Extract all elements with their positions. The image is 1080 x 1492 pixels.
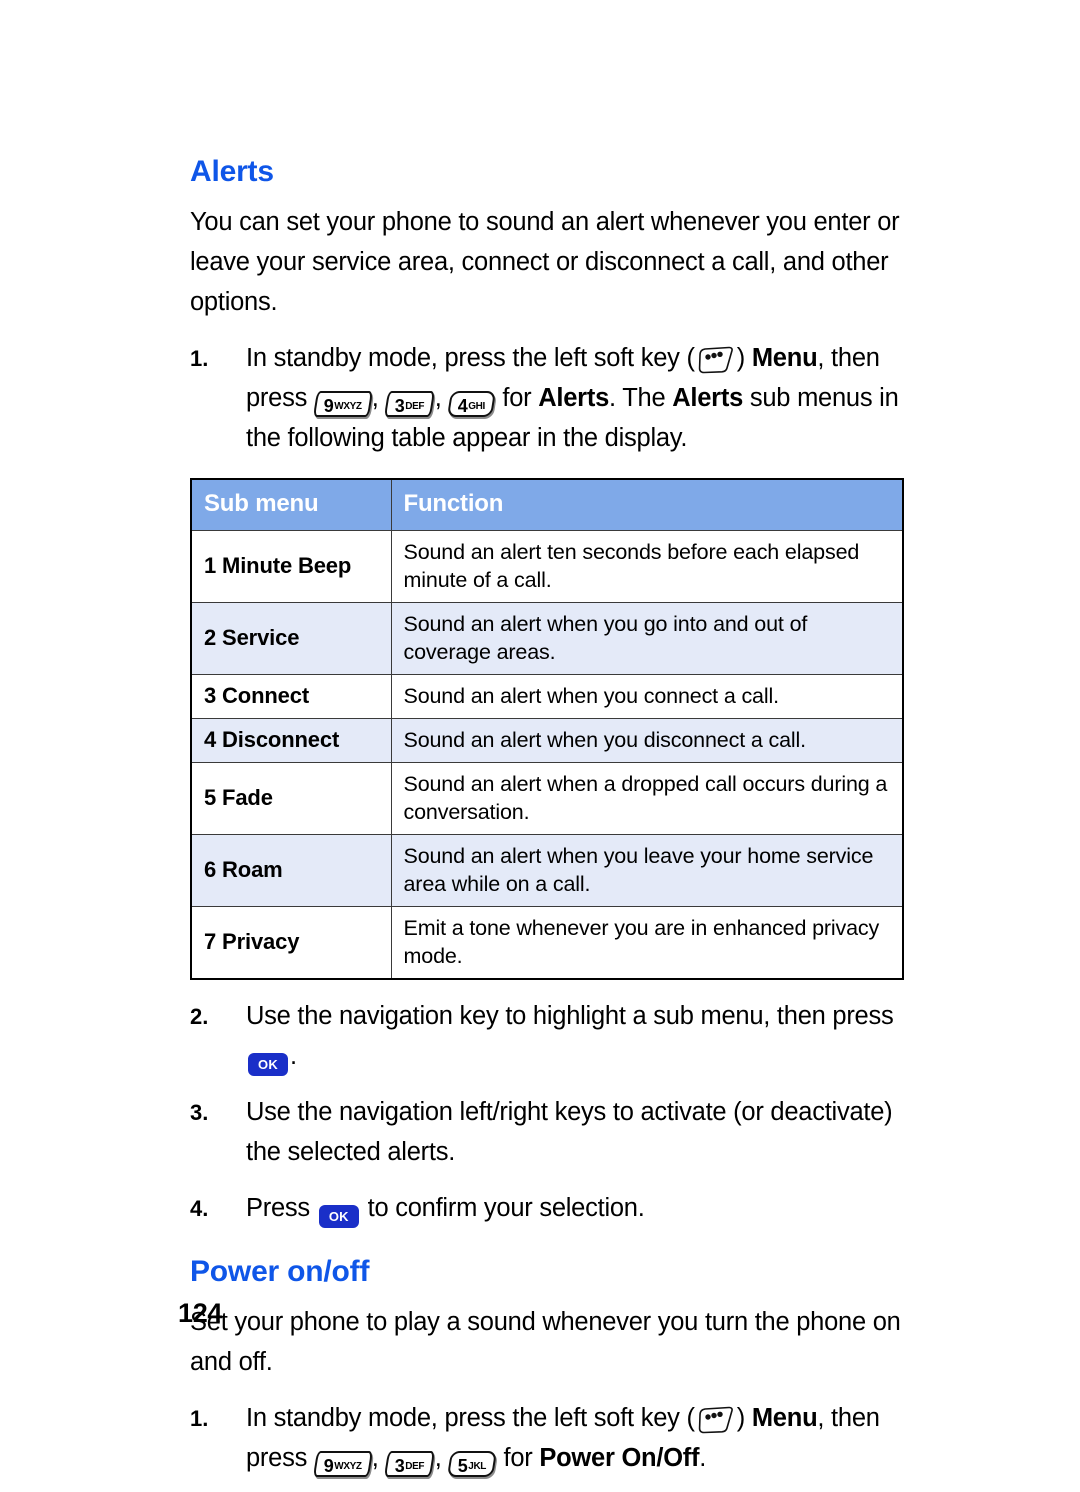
column-header-function: Function bbox=[390, 478, 904, 531]
cell-function: Sound an alert when a dropped call occur… bbox=[390, 762, 904, 835]
step-number: 2. bbox=[190, 1004, 209, 1029]
phone-key-9-icon: 9WXYZ bbox=[312, 391, 373, 417]
alerts-submenu-table: Sub menu Function 1 Minute Beep Sound an … bbox=[190, 478, 904, 980]
cell-sub-menu: 7 Privacy bbox=[190, 906, 392, 980]
phone-key-3-icon: 3DEF bbox=[384, 1451, 436, 1477]
step-text: Use the navigation left/right keys to ac… bbox=[246, 1098, 893, 1166]
table-row: 1 Minute Beep Sound an alert ten seconds … bbox=[190, 530, 904, 603]
alerts-step-2: 2. Use the navigation key to highlight a… bbox=[190, 996, 902, 1076]
alerts-intro-paragraph: You can set your phone to sound an alert… bbox=[190, 208, 900, 316]
manual-page: Alerts You can set your phone to sound a… bbox=[0, 0, 1080, 1492]
step-number: 4. bbox=[190, 1196, 209, 1221]
table-row: 6 Roam Sound an alert when you leave your… bbox=[190, 834, 904, 907]
step-number: 3. bbox=[190, 1100, 209, 1125]
step-number: 1. bbox=[190, 346, 209, 371]
alerts-step-1: 1. In standby mode, press the left soft … bbox=[190, 338, 902, 458]
power-on-off-intro-paragraph: Set your phone to play a sound whenever … bbox=[190, 1308, 901, 1376]
table-row: 7 Privacy Emit a tone whenever you are in… bbox=[190, 906, 904, 980]
left-soft-key-icon bbox=[698, 346, 733, 374]
table-body: 1 Minute Beep Sound an alert ten seconds … bbox=[190, 530, 904, 980]
step-text: In standby mode, press the left soft key… bbox=[246, 1404, 880, 1477]
cell-sub-menu: 4 Disconnect bbox=[190, 718, 392, 763]
step-text: Use the navigation key to highlight a su… bbox=[246, 996, 902, 1076]
page-content: Alerts You can set your phone to sound a… bbox=[190, 155, 904, 1478]
power-on-off-heading: Power on/off bbox=[190, 1255, 370, 1288]
emphasis-text: Alerts bbox=[672, 384, 744, 412]
emphasis-text: Alerts bbox=[538, 384, 610, 412]
ok-key-icon: OK bbox=[318, 1205, 359, 1228]
alerts-step-3: 3. Use the navigation left/right keys to… bbox=[190, 1092, 902, 1172]
step-text: In standby mode, press the left soft key… bbox=[246, 344, 899, 452]
cell-function: Sound an alert ten seconds before each e… bbox=[390, 530, 904, 603]
cell-sub-menu: 1 Minute Beep bbox=[190, 530, 392, 603]
emphasis-text: Menu bbox=[751, 344, 818, 372]
ok-key-icon: OK bbox=[248, 1053, 288, 1076]
cell-sub-menu: 3 Connect bbox=[190, 674, 392, 719]
table-row: 3 Connect Sound an alert when you connect… bbox=[190, 674, 904, 719]
cell-function: Sound an alert when you go into and out … bbox=[390, 602, 904, 675]
left-soft-key-icon bbox=[698, 1406, 733, 1434]
step-number: 1. bbox=[190, 1406, 209, 1431]
cell-sub-menu: 6 Roam bbox=[190, 834, 392, 907]
phone-key-4-icon: 4GHI bbox=[447, 391, 497, 417]
power-step-1: 1. In standby mode, press the left soft … bbox=[190, 1398, 902, 1478]
table-row: 4 Disconnect Sound an alert when you disc… bbox=[190, 718, 904, 763]
table-row: 2 Service Sound an alert when you go into… bbox=[190, 602, 904, 675]
table-header-row: Sub menu Function bbox=[190, 478, 904, 531]
page-number: 124 bbox=[178, 1298, 223, 1328]
cell-function: Sound an alert when you disconnect a cal… bbox=[390, 718, 904, 763]
cell-sub-menu: 2 Service bbox=[190, 602, 392, 675]
phone-key-3-icon: 3DEF bbox=[384, 391, 436, 417]
alerts-step-4: 4. Press OK to confirm your selection. bbox=[190, 1188, 902, 1229]
emphasis-text: Menu bbox=[751, 1404, 818, 1432]
cell-function: Sound an alert when you connect a call. bbox=[390, 674, 904, 719]
emphasis-text: Power On/Off bbox=[539, 1444, 700, 1472]
cell-function: Sound an alert when you leave your home … bbox=[390, 834, 904, 907]
table-row: 5 Fade Sound an alert when a dropped call… bbox=[190, 762, 904, 835]
cell-function: Emit a tone whenever you are in enhanced… bbox=[390, 906, 904, 980]
cell-sub-menu: 5 Fade bbox=[190, 762, 392, 835]
alerts-heading: Alerts bbox=[190, 155, 274, 188]
phone-key-5-icon: 5JKL bbox=[447, 1451, 498, 1477]
column-header-sub-menu: Sub menu bbox=[190, 478, 392, 531]
phone-key-9-icon: 9WXYZ bbox=[312, 1451, 373, 1477]
step-text: Press OK to confirm your selection. bbox=[246, 1188, 902, 1228]
